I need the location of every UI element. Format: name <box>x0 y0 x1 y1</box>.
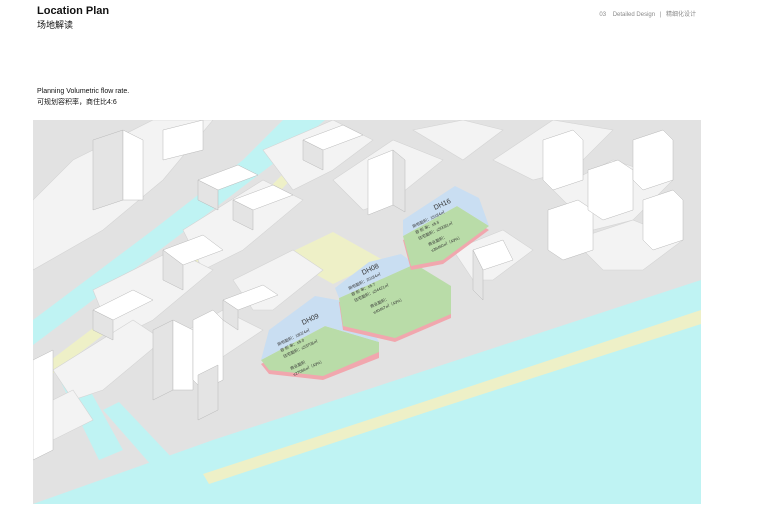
breadcrumb-separator: | <box>659 12 662 18</box>
site-plan-map: DH09 用地面积：18024㎡ 容 积 率：≤5.0 住宅面积：≤53708㎡… <box>33 120 701 504</box>
page-number: 03 <box>599 12 607 18</box>
caption-english: Planning Volumetric flow rate. <box>37 88 130 95</box>
section-cn: 精细化设计 <box>665 12 696 18</box>
caption-chinese: 可规划容积率，商住比4:6 <box>37 99 117 106</box>
page-title: Location Plan <box>37 5 110 17</box>
section-en: Detailed Design <box>612 12 656 18</box>
site-plan-drawing: DH09 用地面积：18024㎡ 容 积 率：≤5.0 住宅面积：≤53708㎡… <box>33 120 701 504</box>
section-breadcrumb: 03 Detailed Design | 精细化设计 <box>599 9 696 18</box>
page-subtitle: 场地解读 <box>37 20 74 30</box>
